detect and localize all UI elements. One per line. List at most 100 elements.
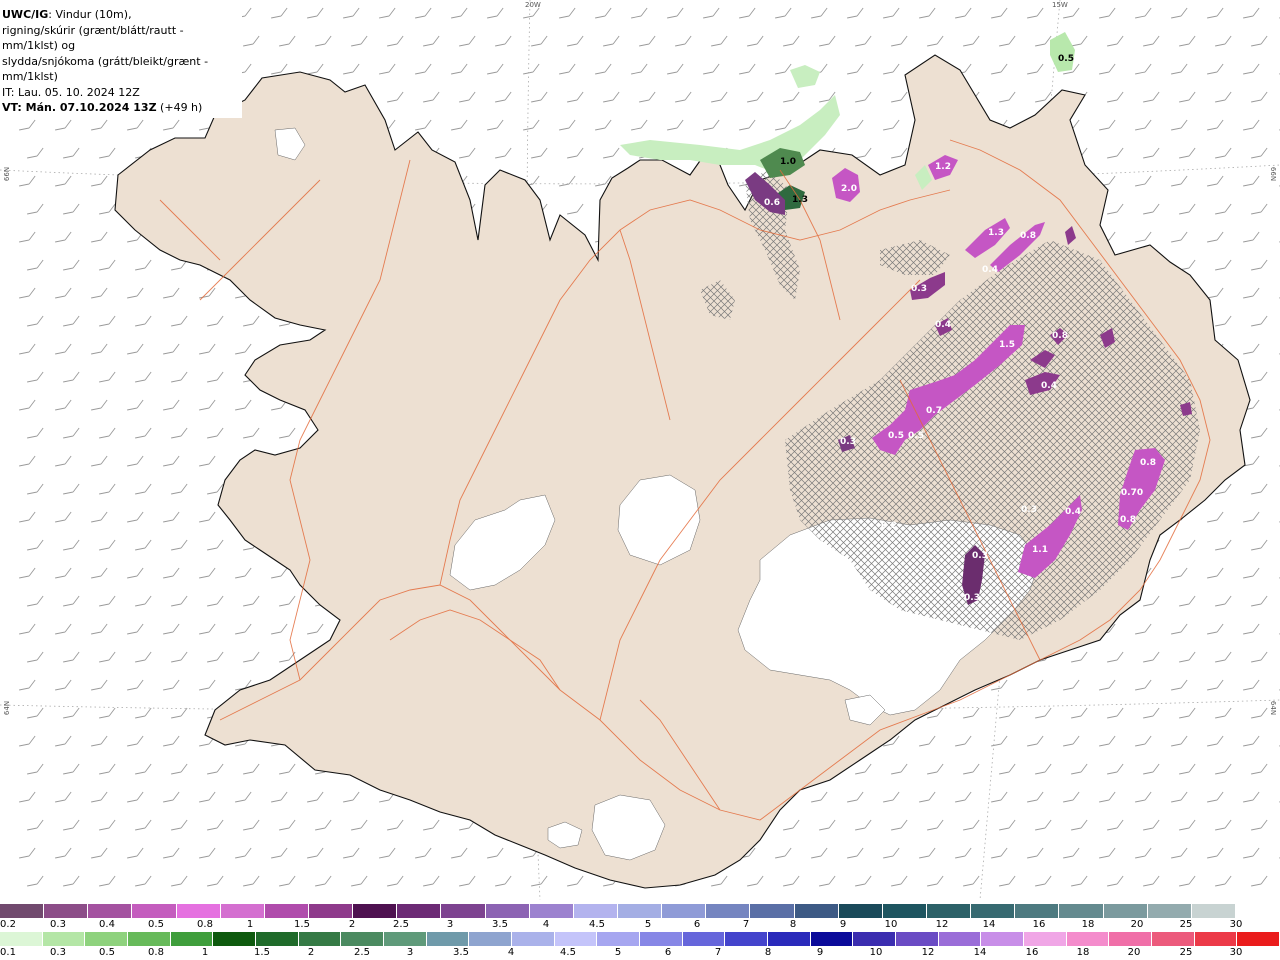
colorbar-cell — [1237, 932, 1280, 946]
colorbar-cell — [1103, 904, 1148, 918]
colorbar-cell — [750, 904, 795, 918]
colorbar-cell — [768, 932, 811, 946]
colorbar-label: 12 — [935, 919, 949, 930]
colorbar-cell — [971, 904, 1016, 918]
precip-value-label: 0.4 — [1041, 381, 1057, 391]
colorbar-label: 12 — [921, 947, 935, 958]
precip-value-label: 2.0 — [841, 184, 857, 194]
colorbar-cell — [640, 932, 683, 946]
colorbar-label: 10 — [884, 919, 898, 930]
colorbar-label: 6 — [693, 919, 701, 930]
colorbar-label: 3 — [446, 919, 454, 930]
colorbar-cell — [42, 932, 86, 946]
colorbar-cell — [1024, 932, 1067, 946]
colorbar-label: 14 — [973, 947, 987, 958]
colorbar-label: 0.8 — [197, 919, 213, 930]
precip-value-label: 0.3 — [1021, 505, 1037, 515]
lon-label-20w: 20W — [525, 1, 541, 9]
colorbar-cell — [981, 932, 1025, 946]
colorbar-label: 0.8 — [148, 947, 164, 958]
colorbar-label: 9 — [816, 947, 824, 958]
colorbar-label: 1.5 — [294, 919, 310, 930]
colorbar-label: 1.5 — [254, 947, 270, 958]
precip-value-label: 1.1 — [1032, 545, 1048, 555]
colorbar-cell — [1109, 932, 1153, 946]
colorbar-cell — [0, 932, 43, 946]
colorbar-cell — [132, 904, 177, 918]
colorbar-cell — [725, 932, 769, 946]
precip-value-label: 0.5 — [1058, 54, 1074, 64]
precip-value-label: 0.70 — [1121, 488, 1143, 498]
colorbar-label: 1 — [201, 947, 209, 958]
colorbar-label: 6 — [664, 947, 672, 958]
colorbar-cell — [838, 904, 883, 918]
precip-value-label: 0.4 — [1065, 507, 1081, 517]
header-line-3: slydda/snjókoma (grátt/bleikt/grænt - mm… — [2, 54, 209, 84]
colorbar-label: 0.5 — [148, 919, 164, 930]
forecast-lead: (+49 h) — [156, 101, 203, 114]
colorbar-cell — [384, 932, 427, 946]
colorbar-label: 8 — [764, 947, 772, 958]
colorbar-label: 5 — [644, 919, 652, 930]
colorbar-cell — [794, 904, 839, 918]
colorbar-cell — [938, 932, 982, 946]
colorbar-label: 9 — [839, 919, 847, 930]
precip-value-label: 0.3 — [964, 593, 980, 603]
colorbar-label: 2.5 — [393, 919, 409, 930]
colorbar-cell — [298, 932, 342, 946]
precip-value-label: 1.5 — [999, 340, 1015, 350]
precip-value-label: 1.2 — [935, 162, 951, 172]
precipitation-wind-map: 0.5 1.0 1.3 0.6 2.0 1.2 1.3 0.8 0.4 0.3 0.4 1.5 0.8 0… — [0, 0, 1280, 900]
lat-label-64n-right: 64N — [1269, 700, 1278, 716]
colorbar-cell — [220, 904, 265, 918]
colorbar-label: 25 — [1179, 919, 1193, 930]
colorbar-label: 3.5 — [453, 947, 469, 958]
precip-value-label: 0.3 — [911, 284, 927, 294]
colorbar-cell — [353, 904, 398, 918]
colorbar-cell — [256, 932, 299, 946]
colorbar-cell — [662, 904, 707, 918]
lat-label-66n-left: 66N — [3, 166, 12, 182]
colorbar-cell — [469, 932, 513, 946]
product-name: UWC/IG — [2, 8, 49, 21]
colorbar-label: 0.5 — [99, 947, 115, 958]
colorbar-cell — [44, 904, 89, 918]
precip-value-label: 0.3 — [972, 551, 988, 561]
colorbar-label: 0.3 — [50, 919, 66, 930]
colorbar-cell — [1015, 904, 1060, 918]
colorbar-cell — [170, 932, 214, 946]
precip-value-label: 1.3 — [792, 195, 808, 205]
lon-label-15w: 15W — [1052, 1, 1068, 9]
colorbar-cell — [85, 932, 129, 946]
colorbar-label: 30 — [1229, 947, 1243, 958]
colorbar-label: 2 — [348, 919, 356, 930]
colorbar-cell — [176, 904, 221, 918]
colorbar-cell — [896, 932, 939, 946]
precip-value-label: 1.0 — [780, 157, 796, 167]
colorbar-cell — [1066, 932, 1110, 946]
colorbar-cell — [554, 932, 598, 946]
colorbar-cell — [308, 904, 354, 918]
precip-value-label: 0.8 — [1020, 231, 1036, 241]
colorbar-label: 4 — [507, 947, 515, 958]
colorbar-cell — [573, 904, 618, 918]
header-line-2: rigning/skúrir (grænt/blátt/rautt - mm/1… — [2, 23, 184, 53]
colorbar-cell — [426, 932, 470, 946]
precip-value-label: 0.8 — [1140, 458, 1156, 468]
header-line-1: UWC/IG: Vindur (10m), — [2, 7, 240, 23]
colorbar-label: 3 — [406, 947, 414, 958]
colorbar-label: 30 — [1229, 919, 1243, 930]
snow-colorbar — [0, 904, 1280, 918]
colorbar-cell — [1147, 904, 1192, 918]
colorbar-label: 16 — [1025, 947, 1039, 958]
colorbar-label: 7 — [714, 947, 722, 958]
colorbar-label: 1 — [246, 919, 254, 930]
colorbar-cell — [853, 932, 897, 946]
colorbar-cell — [882, 904, 927, 918]
colorbar-label: 8 — [789, 919, 797, 930]
colorbar-cell — [1152, 932, 1195, 946]
colorbar-cell — [597, 932, 641, 946]
colorbar-cell — [0, 904, 45, 918]
colorbar-label: 4.5 — [560, 947, 576, 958]
valid-time-date: VT: Mán. 07.10.2024 13Z — [2, 101, 157, 114]
